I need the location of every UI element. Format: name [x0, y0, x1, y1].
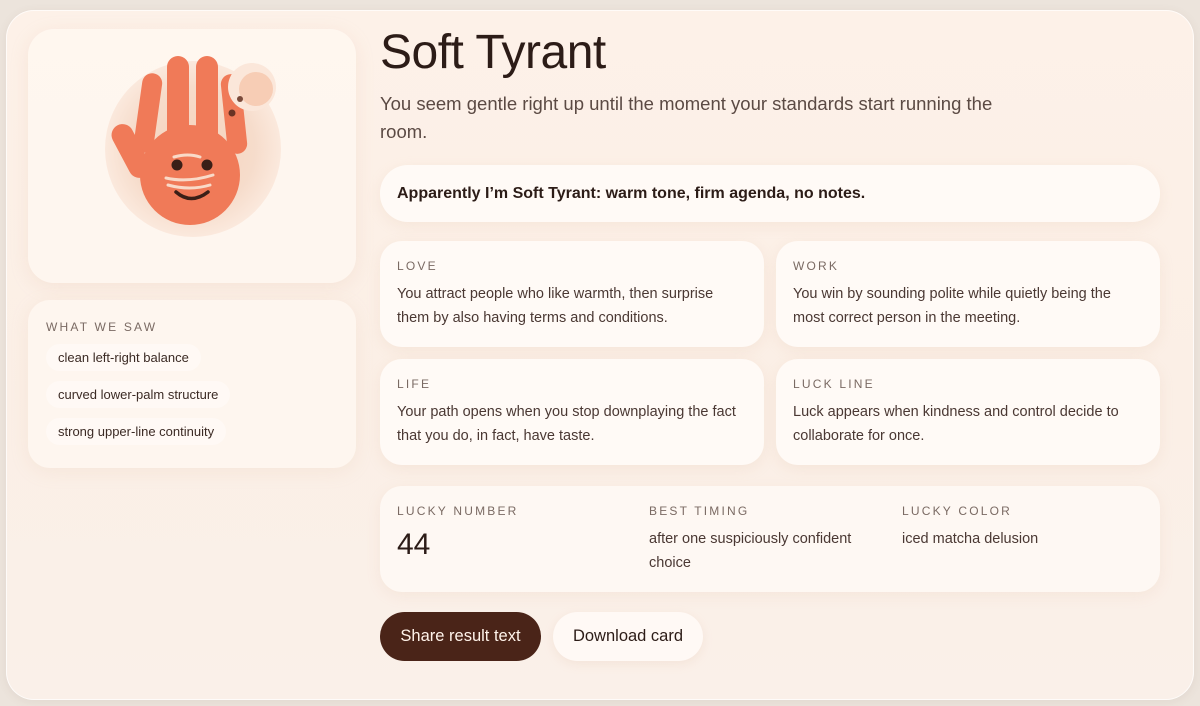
download-card-button[interactable]: Download card	[553, 612, 703, 661]
right-eye	[201, 159, 213, 171]
lucky-number-value: 44	[397, 528, 431, 561]
palm-face-icon	[105, 56, 281, 237]
reading-label: LIFE	[397, 377, 432, 391]
reading-luck-line: LUCK LINE Luck appears when kindness and…	[776, 359, 1160, 465]
reading-label: LUCK LINE	[793, 377, 875, 391]
best-timing-value: after one suspiciously confident choice	[649, 531, 852, 571]
lucky-number: LUCKY NUMBER 44	[397, 504, 519, 562]
lucky-color: LUCKY COLOR iced matcha delusion	[902, 504, 1132, 551]
lucky-number-label: LUCKY NUMBER	[397, 504, 519, 518]
share-quote: Apparently I’m Soft Tyrant: warm tone, f…	[380, 165, 1160, 222]
lucky-color-label: LUCKY COLOR	[902, 504, 1013, 518]
best-timing-label: BEST TIMING	[649, 504, 750, 518]
reading-love: LOVE You attract people who like warmth,…	[380, 241, 764, 347]
reading-work: WORK You win by sounding polite while qu…	[776, 241, 1160, 347]
reading-text: You attract people who like warmth, then…	[397, 286, 714, 326]
share-result-button[interactable]: Share result text	[380, 612, 541, 661]
observation-chip: strong upper-line continuity	[46, 418, 227, 445]
best-timing: BEST TIMING after one suspiciously confi…	[649, 504, 879, 575]
observation-chip: clean left-right balance	[46, 344, 201, 371]
fortune-card: LUCKY NUMBER 44 BEST TIMING after one su…	[380, 486, 1160, 592]
moon-inner	[239, 72, 273, 106]
reading-text: Luck appears when kindness and control d…	[793, 404, 1119, 444]
what-we-saw-label: WHAT WE SAW	[46, 320, 158, 334]
result-title: Soft Tyrant	[380, 26, 606, 79]
illustration-card	[28, 29, 356, 283]
result-subtitle: You seem gentle right up until the momen…	[380, 93, 993, 142]
mole-dot	[228, 109, 236, 117]
ring-dot	[237, 96, 243, 102]
left-eye	[171, 159, 183, 171]
observation-list: clean left-right balance curved lower-pa…	[46, 344, 338, 445]
what-we-saw-card: WHAT WE SAW clean left-right balance cur…	[28, 300, 356, 468]
reading-text: You win by sounding polite while quietly…	[793, 286, 1111, 326]
reading-text: Your path opens when you stop downplayin…	[397, 404, 736, 444]
observation-chip: curved lower-palm structure	[46, 381, 231, 408]
reading-life: LIFE Your path opens when you stop downp…	[380, 359, 764, 465]
reading-label: WORK	[793, 259, 840, 273]
reading-label: LOVE	[397, 259, 438, 273]
lucky-color-value: iced matcha delusion	[902, 531, 1039, 547]
